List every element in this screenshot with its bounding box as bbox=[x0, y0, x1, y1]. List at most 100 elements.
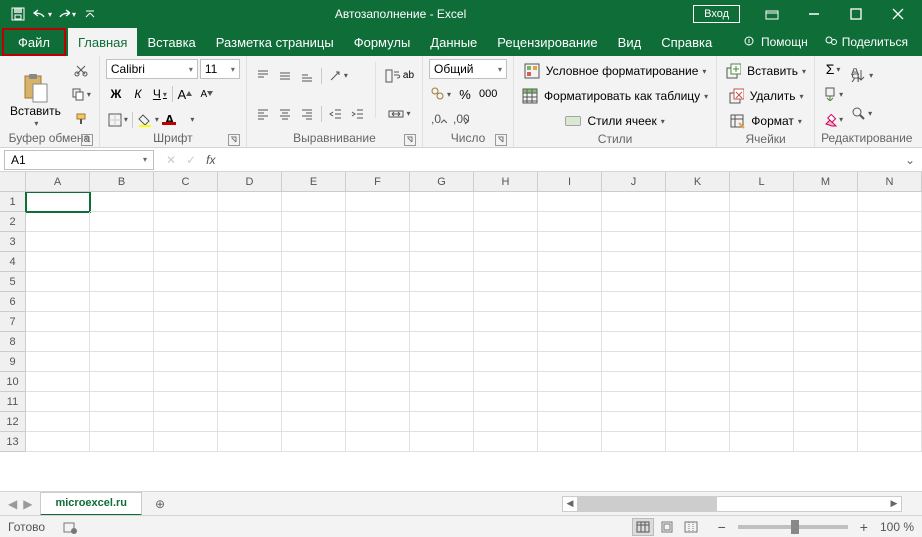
cell[interactable] bbox=[602, 352, 666, 372]
login-button[interactable]: Вход bbox=[693, 5, 740, 23]
cell[interactable] bbox=[410, 272, 474, 292]
align-left-icon[interactable] bbox=[253, 104, 273, 124]
cell[interactable] bbox=[794, 312, 858, 332]
autosum-icon[interactable]: Σ▾ bbox=[821, 59, 845, 79]
cell[interactable] bbox=[666, 432, 730, 452]
cell[interactable] bbox=[858, 312, 922, 332]
column-header[interactable]: M bbox=[794, 172, 858, 191]
align-middle-icon[interactable] bbox=[275, 66, 295, 86]
cell[interactable] bbox=[410, 372, 474, 392]
cell[interactable] bbox=[26, 392, 90, 412]
cell[interactable] bbox=[26, 212, 90, 232]
cell[interactable] bbox=[666, 192, 730, 212]
cancel-formula-icon[interactable]: ✕ bbox=[166, 153, 176, 167]
cell[interactable] bbox=[666, 272, 730, 292]
cell[interactable] bbox=[218, 412, 282, 432]
zoom-in-icon[interactable]: + bbox=[856, 519, 872, 535]
row-header[interactable]: 11 bbox=[0, 392, 26, 412]
cell[interactable] bbox=[282, 352, 346, 372]
wrap-text-button[interactable]: ab bbox=[383, 66, 416, 86]
cell[interactable] bbox=[794, 352, 858, 372]
cell[interactable] bbox=[154, 212, 218, 232]
clear-icon[interactable]: ▾ bbox=[821, 110, 845, 130]
cell[interactable] bbox=[410, 332, 474, 352]
zoom-out-icon[interactable]: − bbox=[714, 519, 730, 535]
column-header[interactable]: D bbox=[218, 172, 282, 191]
cell[interactable] bbox=[26, 252, 90, 272]
cell[interactable] bbox=[154, 352, 218, 372]
maximize-icon[interactable] bbox=[836, 0, 876, 28]
format-painter-icon[interactable] bbox=[69, 109, 93, 129]
close-icon[interactable] bbox=[878, 0, 918, 28]
cell[interactable] bbox=[26, 352, 90, 372]
cell[interactable] bbox=[218, 352, 282, 372]
cell[interactable] bbox=[794, 392, 858, 412]
cell[interactable] bbox=[346, 332, 410, 352]
format-cells-button[interactable]: Формат▾ bbox=[723, 110, 808, 132]
cell[interactable] bbox=[666, 232, 730, 252]
column-header[interactable]: I bbox=[538, 172, 602, 191]
cell[interactable] bbox=[474, 312, 538, 332]
insert-cells-button[interactable]: Вставить▾ bbox=[723, 60, 808, 82]
dialog-launcher-icon[interactable] bbox=[495, 134, 507, 146]
tell-me-button[interactable]: Помощн bbox=[737, 28, 814, 56]
cell[interactable] bbox=[602, 272, 666, 292]
cell[interactable] bbox=[858, 272, 922, 292]
underline-button[interactable]: Ч▾ bbox=[150, 84, 170, 104]
cell[interactable] bbox=[858, 372, 922, 392]
cell[interactable] bbox=[218, 432, 282, 452]
cell[interactable] bbox=[90, 372, 154, 392]
cell[interactable] bbox=[26, 232, 90, 252]
cell[interactable] bbox=[730, 312, 794, 332]
cell[interactable] bbox=[410, 212, 474, 232]
cell[interactable] bbox=[538, 252, 602, 272]
cell[interactable] bbox=[90, 412, 154, 432]
cell[interactable] bbox=[218, 312, 282, 332]
row-header[interactable]: 1 bbox=[0, 192, 26, 212]
cell[interactable] bbox=[346, 352, 410, 372]
cell[interactable] bbox=[666, 312, 730, 332]
sheet-tab[interactable]: microexcel.ru bbox=[40, 492, 142, 516]
cell[interactable] bbox=[154, 232, 218, 252]
cell[interactable] bbox=[346, 312, 410, 332]
cell[interactable] bbox=[154, 292, 218, 312]
cell[interactable] bbox=[538, 332, 602, 352]
horizontal-scrollbar[interactable]: ◀ ▶ bbox=[562, 496, 902, 512]
cell[interactable] bbox=[794, 252, 858, 272]
cell[interactable] bbox=[730, 372, 794, 392]
cell[interactable] bbox=[26, 432, 90, 452]
zoom-slider[interactable] bbox=[738, 525, 848, 529]
qat-customize-icon[interactable] bbox=[80, 1, 100, 27]
cell[interactable] bbox=[538, 232, 602, 252]
fill-icon[interactable]: ▾ bbox=[821, 84, 845, 104]
cell[interactable] bbox=[794, 432, 858, 452]
cell[interactable] bbox=[474, 352, 538, 372]
cell[interactable] bbox=[794, 232, 858, 252]
cell[interactable] bbox=[730, 252, 794, 272]
cell[interactable] bbox=[218, 332, 282, 352]
cell-styles-button[interactable]: Стили ячеек▾ bbox=[520, 110, 710, 132]
tab-page-layout[interactable]: Разметка страницы bbox=[206, 28, 344, 56]
increase-decimal-icon[interactable]: ,0 bbox=[429, 110, 449, 130]
cell[interactable] bbox=[602, 412, 666, 432]
cell[interactable] bbox=[154, 392, 218, 412]
cell[interactable] bbox=[474, 292, 538, 312]
cell[interactable] bbox=[538, 272, 602, 292]
cell[interactable] bbox=[858, 332, 922, 352]
cell[interactable] bbox=[474, 392, 538, 412]
enter-formula-icon[interactable]: ✓ bbox=[186, 153, 196, 167]
minimize-icon[interactable] bbox=[794, 0, 834, 28]
cell[interactable] bbox=[218, 372, 282, 392]
cell[interactable] bbox=[26, 412, 90, 432]
fill-color-icon[interactable]: ▾ bbox=[135, 110, 161, 130]
tab-formulas[interactable]: Формулы bbox=[344, 28, 421, 56]
column-header[interactable]: B bbox=[90, 172, 154, 191]
cell[interactable] bbox=[602, 252, 666, 272]
column-header[interactable]: J bbox=[602, 172, 666, 191]
cell[interactable] bbox=[730, 212, 794, 232]
merge-center-button[interactable]: ▾ bbox=[383, 104, 416, 124]
cell[interactable] bbox=[346, 412, 410, 432]
cell[interactable] bbox=[538, 192, 602, 212]
cell[interactable] bbox=[602, 232, 666, 252]
font-size-combo[interactable]: 11▾ bbox=[200, 59, 240, 79]
